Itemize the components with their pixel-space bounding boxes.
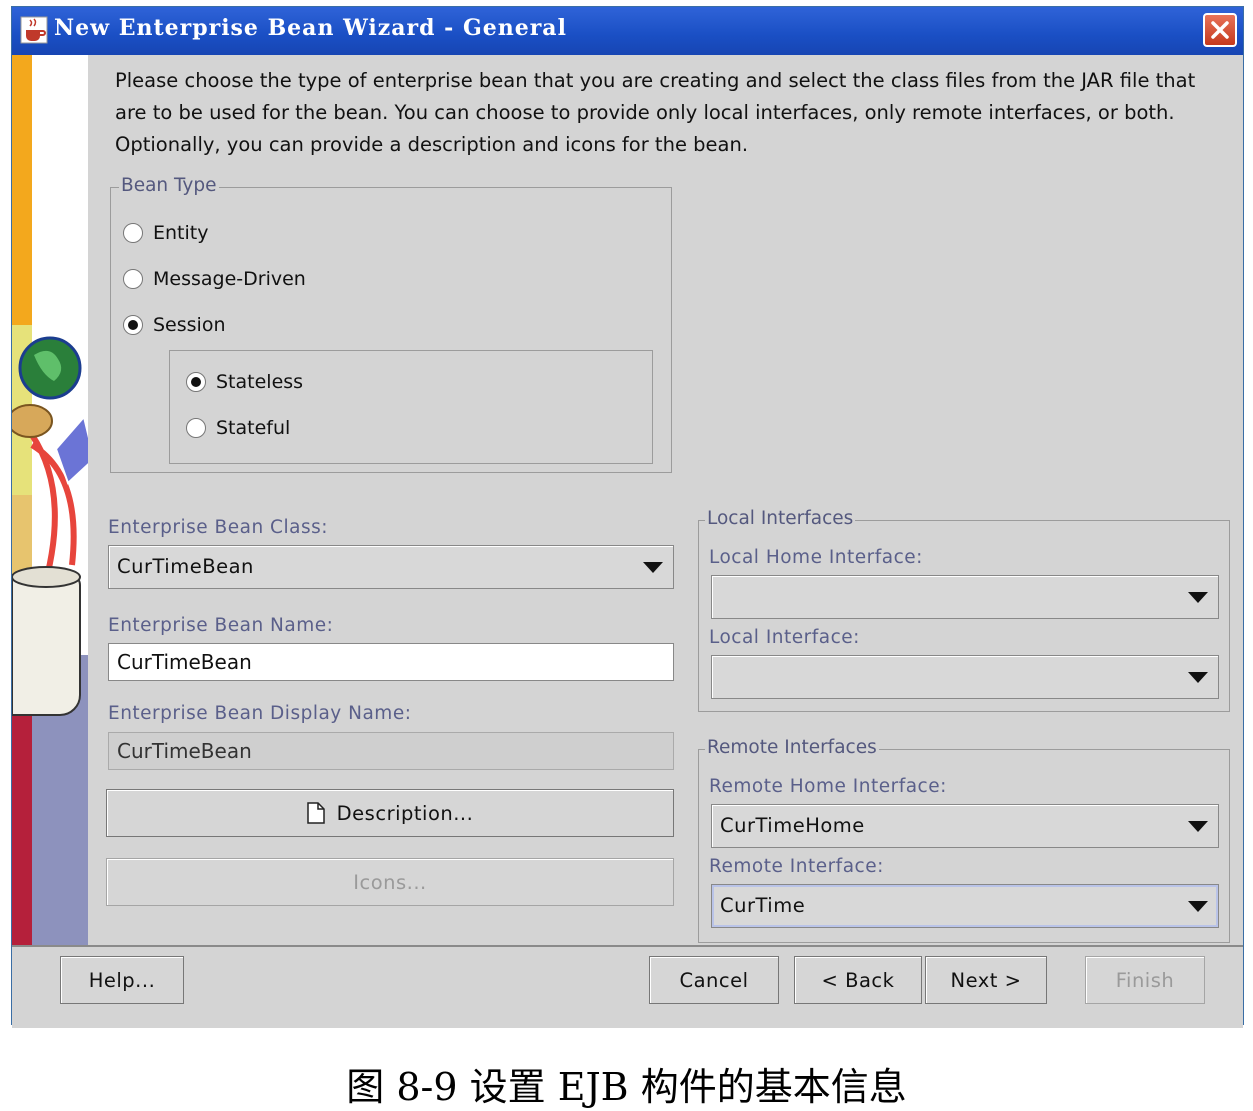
radio-stateless[interactable]: Stateless <box>186 369 303 395</box>
title-bar[interactable]: New Enterprise Bean Wizard - General <box>12 7 1243 55</box>
local-interfaces-group: Local Interfaces Local Home Interface: L… <box>698 508 1230 712</box>
local-home-label: Local Home Interface: <box>709 547 923 568</box>
radio-circle[interactable] <box>186 418 206 438</box>
radio-label-entity: Entity <box>153 222 209 244</box>
bean-name-input[interactable]: CurTimeBean <box>108 643 674 681</box>
chevron-down-icon <box>643 562 663 573</box>
radio-message-driven[interactable]: Message-Driven <box>123 266 306 292</box>
remote-iface-value: CurTime <box>720 894 806 917</box>
description-button-label: Description... <box>336 801 474 825</box>
radio-circle[interactable] <box>123 315 143 335</box>
remote-home-value: CurTimeHome <box>720 814 865 837</box>
back-button-label: < Back <box>821 968 895 992</box>
bean-name-label: Enterprise Bean Name: <box>108 615 334 636</box>
radio-label-session: Session <box>153 314 226 336</box>
session-type-group: Stateless Stateful <box>169 350 653 464</box>
java-cup-icon <box>20 16 48 44</box>
radio-circle[interactable] <box>123 269 143 289</box>
chevron-down-icon <box>1188 901 1208 912</box>
chevron-down-icon <box>1188 821 1208 832</box>
radio-label-message-driven: Message-Driven <box>153 268 306 290</box>
figure-caption: 图 8-9 设置 EJB 构件的基本信息 <box>346 1065 907 1109</box>
help-button[interactable]: Help... <box>60 956 184 1004</box>
next-button-label: Next > <box>950 968 1022 992</box>
icons-button: Icons... <box>106 858 674 906</box>
intro-text: Please choose the type of enterprise bea… <box>115 69 1196 156</box>
display-name-label: Enterprise Bean Display Name: <box>108 703 412 724</box>
bean-class-value: CurTimeBean <box>117 555 254 578</box>
radio-label-stateful: Stateful <box>216 417 291 439</box>
icons-button-label: Icons... <box>353 870 427 894</box>
local-home-combo[interactable] <box>711 575 1219 619</box>
bean-type-group: Bean Type Entity Message-Driven Session … <box>110 175 672 473</box>
radio-entity[interactable]: Entity <box>123 220 208 246</box>
radio-circle[interactable] <box>186 372 206 392</box>
bean-class-label: Enterprise Bean Class: <box>108 517 328 538</box>
local-iface-label: Local Interface: <box>709 627 860 648</box>
next-button[interactable]: Next > <box>925 956 1047 1004</box>
description-button[interactable]: Description... <box>106 789 674 837</box>
bean-type-title: Bean Type <box>119 175 219 196</box>
remote-home-combo[interactable]: CurTimeHome <box>711 804 1219 848</box>
display-name-value: CurTimeBean <box>117 739 252 763</box>
wizard-side-graphic <box>12 55 88 945</box>
cancel-button-label: Cancel <box>679 968 749 992</box>
button-bar: Help... Cancel < Back Next > Finish <box>12 945 1243 1028</box>
remote-home-label: Remote Home Interface: <box>709 776 947 797</box>
document-icon <box>306 802 325 824</box>
finish-button: Finish <box>1085 956 1205 1004</box>
wizard-window: New Enterprise Bean Wizard - General Ple… <box>11 6 1244 1028</box>
radio-label-stateless: Stateless <box>216 371 304 393</box>
remote-interfaces-title: Remote Interfaces <box>705 737 879 758</box>
radio-session[interactable]: Session <box>123 312 226 338</box>
remote-iface-label: Remote Interface: <box>709 856 884 877</box>
display-name-input: CurTimeBean <box>108 732 674 770</box>
local-interfaces-title: Local Interfaces <box>705 508 856 529</box>
window-title: New Enterprise Bean Wizard - General <box>54 15 567 41</box>
remote-iface-combo[interactable]: CurTime <box>711 884 1219 928</box>
cancel-button[interactable]: Cancel <box>649 956 779 1004</box>
finish-button-label: Finish <box>1115 968 1175 992</box>
wizard-content: Please choose the type of enterprise bea… <box>88 55 1243 945</box>
radio-stateful[interactable]: Stateful <box>186 415 290 441</box>
chevron-down-icon <box>1188 592 1208 603</box>
help-button-label: Help... <box>88 968 156 992</box>
close-icon <box>1211 21 1229 39</box>
bean-class-combo[interactable]: CurTimeBean <box>108 545 674 589</box>
chevron-down-icon <box>1188 672 1208 683</box>
close-button[interactable] <box>1203 13 1237 47</box>
back-button[interactable]: < Back <box>794 956 922 1004</box>
local-iface-combo[interactable] <box>711 655 1219 699</box>
radio-circle[interactable] <box>123 223 143 243</box>
remote-interfaces-group: Remote Interfaces Remote Home Interface:… <box>698 737 1230 943</box>
bean-name-value: CurTimeBean <box>117 650 252 674</box>
